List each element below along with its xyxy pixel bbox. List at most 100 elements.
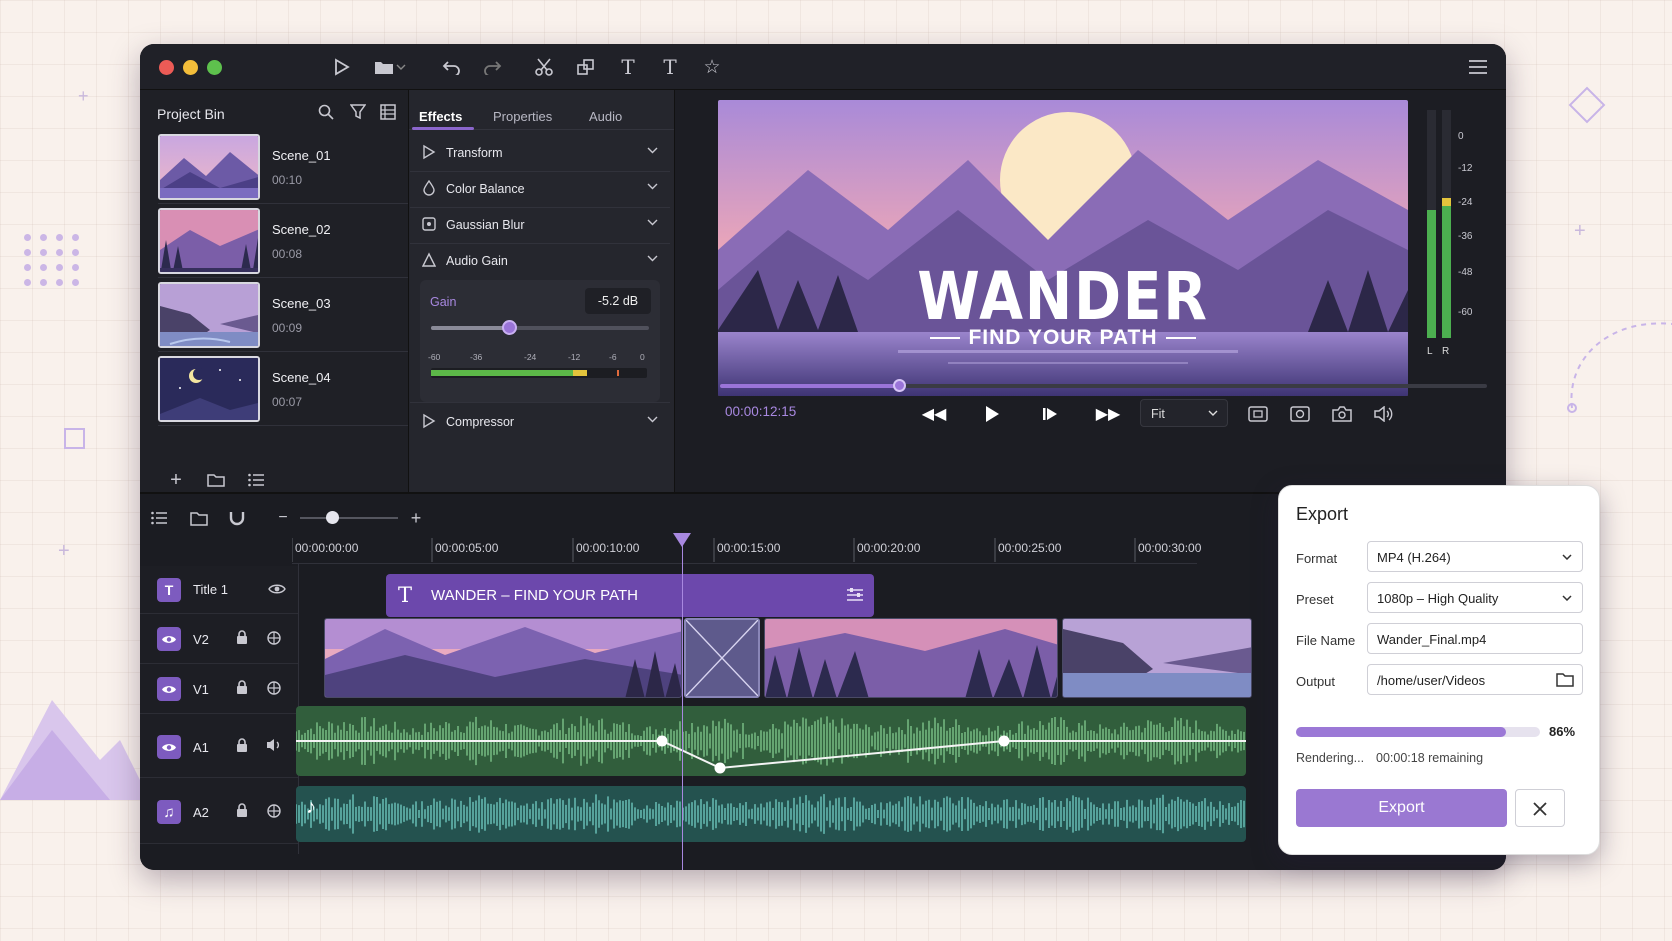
play-icon[interactable]: [330, 55, 354, 79]
scissors-icon[interactable]: [532, 55, 556, 79]
scene-name: Scene_03: [272, 296, 331, 311]
list-icon[interactable]: [244, 468, 268, 492]
effect-audio-gain[interactable]: Audio Gain: [410, 242, 670, 280]
list-icon[interactable]: [147, 506, 171, 530]
bin-item[interactable]: Scene_02 00:08: [158, 208, 418, 278]
add-icon[interactable]: +: [164, 468, 188, 492]
bin-item[interactable]: Scene_04 00:07: [158, 356, 418, 426]
playhead-handle[interactable]: [673, 533, 691, 547]
lock-icon[interactable]: [236, 803, 248, 817]
video-clip[interactable]: [1062, 618, 1252, 698]
clip-settings-icon[interactable]: [846, 587, 864, 603]
render-status: Rendering...: [1296, 751, 1365, 765]
text-alt-icon[interactable]: T: [658, 55, 682, 79]
effect-gaussian-blur[interactable]: Gaussian Blur: [410, 206, 670, 244]
tab-audio[interactable]: Audio: [589, 109, 622, 124]
export-button[interactable]: Export: [1296, 789, 1507, 827]
rewind-icon[interactable]: ◀◀: [922, 402, 947, 426]
eye-icon[interactable]: [157, 677, 181, 701]
tab-properties[interactable]: Properties: [493, 109, 552, 124]
tab-effects[interactable]: Effects: [419, 109, 462, 124]
bin-item[interactable]: Scene_01 00:10: [158, 134, 418, 204]
star-icon[interactable]: ☆: [700, 55, 724, 79]
track-header-a2[interactable]: ♫ A2: [140, 778, 298, 844]
zoom-slider-handle[interactable]: [326, 511, 339, 524]
audio-clip-a2[interactable]: ♪: [296, 786, 1246, 842]
output-label: Output: [1296, 674, 1336, 689]
video-clip[interactable]: [764, 618, 1058, 698]
effect-compressor[interactable]: Compressor: [410, 402, 670, 440]
text-icon[interactable]: T: [616, 55, 640, 79]
redo-icon[interactable]: [480, 55, 504, 79]
list-view-icon[interactable]: [376, 100, 400, 124]
camera-icon[interactable]: [1330, 402, 1354, 426]
gain-value-field[interactable]: -5.2 dB: [585, 288, 651, 314]
track-header-title1[interactable]: T Title 1: [140, 566, 298, 614]
zoom-in-icon[interactable]: +: [404, 506, 428, 530]
title-clip[interactable]: T WANDER – FIND YOUR PATH: [386, 574, 874, 617]
scene-thumbnail: [158, 134, 260, 200]
transition-clip[interactable]: [684, 618, 760, 698]
filename-input[interactable]: Wander_Final.mp4: [1367, 623, 1583, 654]
folder-icon[interactable]: [187, 506, 211, 530]
snapshot-frame-icon[interactable]: [1288, 402, 1312, 426]
video-clip[interactable]: [324, 618, 682, 698]
lock-icon[interactable]: [236, 680, 248, 694]
meter-channel-left: L: [1427, 346, 1433, 357]
audio-clip-a1[interactable]: [296, 706, 1246, 776]
format-select[interactable]: MP4 (H.264): [1367, 541, 1583, 572]
scrubber-fill: [720, 384, 899, 388]
timeline-ruler[interactable]: 00:00:00:00 00:00:05:00 00:00:10:00 00:0…: [292, 534, 1201, 564]
minimize-window-button[interactable]: [183, 60, 198, 75]
undo-icon[interactable]: [440, 55, 464, 79]
music-note-icon[interactable]: ♫: [157, 800, 181, 824]
folder-icon[interactable]: [1556, 672, 1574, 687]
lock-icon[interactable]: [236, 738, 248, 752]
safe-area-icon[interactable]: [1246, 402, 1270, 426]
speaker-icon[interactable]: [266, 738, 282, 752]
magnet-icon[interactable]: [225, 506, 249, 530]
timeline-zoom-slider[interactable]: [300, 511, 398, 524]
subtitle-text: FIND YOUR PATH: [968, 326, 1158, 349]
folder-icon[interactable]: [372, 55, 396, 79]
new-folder-icon[interactable]: [204, 468, 228, 492]
ruler-label: 00:00:20:00: [857, 541, 921, 555]
preset-select[interactable]: 1080p – High Quality: [1367, 582, 1583, 613]
bin-item[interactable]: Scene_03 00:09: [158, 282, 418, 352]
gain-slider-handle[interactable]: [502, 320, 518, 335]
meter-tick: -12: [568, 352, 581, 362]
track-header-v1[interactable]: V1: [140, 664, 298, 714]
track-header-a1[interactable]: A1: [140, 714, 298, 778]
visibility-eye-icon[interactable]: [268, 583, 286, 595]
eye-icon[interactable]: [157, 735, 181, 759]
chevron-down-icon[interactable]: [394, 55, 408, 79]
duplicate-icon[interactable]: [574, 55, 598, 79]
video-preview[interactable]: WANDER FIND YOUR PATH: [718, 100, 1408, 396]
track-header-v2[interactable]: V2: [140, 614, 298, 664]
search-icon[interactable]: [314, 100, 338, 124]
fast-forward-icon[interactable]: ▶▶: [1096, 402, 1121, 426]
volume-icon[interactable]: [1372, 402, 1396, 426]
zoom-out-icon[interactable]: −: [271, 506, 295, 530]
sync-icon[interactable]: [266, 630, 282, 646]
lock-icon[interactable]: [236, 630, 248, 644]
track-name: V2: [193, 632, 209, 647]
close-window-button[interactable]: [159, 60, 174, 75]
filter-icon[interactable]: [346, 100, 370, 124]
scrubber-handle[interactable]: [892, 379, 906, 392]
effect-transform[interactable]: Transform: [410, 134, 670, 172]
eye-icon[interactable]: [157, 627, 181, 651]
sync-icon[interactable]: [266, 680, 282, 696]
maximize-window-button[interactable]: [207, 60, 222, 75]
sync-icon[interactable]: [266, 803, 282, 819]
step-forward-icon[interactable]: [1038, 402, 1062, 426]
output-path-input[interactable]: /home/user/Videos: [1367, 664, 1583, 695]
effect-color-balance[interactable]: Color Balance: [410, 170, 670, 208]
play-icon[interactable]: [980, 402, 1004, 426]
fit-zoom-select[interactable]: Fit: [1140, 399, 1228, 427]
gain-slider[interactable]: [431, 320, 649, 335]
menu-icon[interactable]: [1466, 55, 1490, 79]
preview-scrubber[interactable]: [720, 379, 1487, 392]
playhead[interactable]: [673, 533, 691, 870]
cancel-export-button[interactable]: [1515, 789, 1565, 827]
